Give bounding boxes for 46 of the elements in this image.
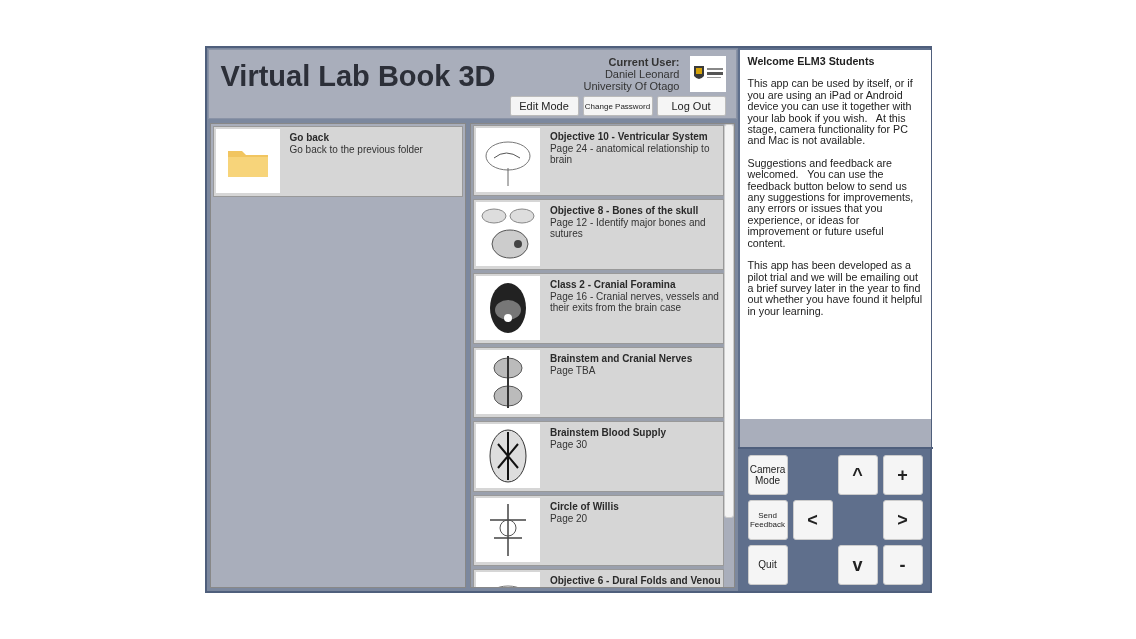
header-button[interactable]: Change Password [582, 96, 653, 116]
info-paragraph: This app can be used by itself, or if you are using an iPad or Android device you can use it together with your lab book if you wish. At this stage, camera functionality for PC and Mac is not available. [747, 78, 914, 147]
header-button[interactable]: Log Out [656, 96, 726, 116]
page-title: Objective 6 - Dural Folds and Venou [549, 575, 721, 586]
page-title: Objective 8 - Bones of the skull [549, 205, 700, 216]
info-paragraph: Suggestions and feedback are welcomed. You can use the feedback button below to send us any suggestions for improvements, any errors or issues that you experience, or ideas for improvement or future useful content. [747, 157, 915, 250]
nav-button[interactable]: > [882, 500, 923, 540]
page-subtitle: Page 24 - anatomical relationship to brain [549, 143, 711, 165]
page-title: Brainstem Blood Supply [549, 427, 667, 438]
folder-title: Go back [289, 132, 330, 143]
crest-logo-icon [689, 56, 726, 92]
page-subtitle: Page 30 [549, 439, 589, 450]
control-button[interactable]: Send Feedback [747, 500, 788, 540]
folder-icon [215, 129, 280, 193]
user-label: Current User: [608, 56, 680, 68]
page-subtitle: Page 16 - Cranial nerves, vessels and their exits from the brain case [549, 291, 720, 313]
control-button[interactable]: Quit [747, 545, 788, 585]
info-paragraph: This app has been developed as a pilot trial and we will be emailing out a brief survey later in the year to find out whether you have found it helpful in your learning. [747, 260, 923, 318]
page-card[interactable]: Circle of Willis Page 20 [472, 495, 724, 566]
page-card[interactable]: Brainstem and Cranial Nerves Page TBA [472, 347, 724, 418]
header-button[interactable]: Edit Mode [509, 96, 579, 116]
page-card[interactable]: Objective 10 - Ventricular System Page 24 - anatomical relationship to brain [472, 125, 724, 196]
page-title: Class 2 - Cranial Foramina [549, 279, 677, 290]
page-card[interactable]: Brainstem Blood Supply Page 30 [472, 421, 724, 492]
page-subtitle: Page TBA [549, 365, 597, 376]
page-title: Circle of Willis [549, 501, 619, 512]
info-heading: Welcome ELM3 Students [747, 56, 876, 68]
user-name: Daniel Leonard [604, 68, 680, 80]
page-title: Objective 10 - Ventricular System [549, 131, 709, 142]
nav-button[interactable]: < [792, 500, 833, 540]
folder-card[interactable]: Go back Go back to the previous folder [212, 126, 463, 197]
page-card[interactable]: Objective 8 - Bones of the skull Page 12 - Identify major bones and sutures [472, 199, 724, 270]
nav-button[interactable]: v [837, 545, 878, 585]
page-subtitle: Page 20 [549, 513, 589, 524]
page-card[interactable]: Class 2 - Cranial Foramina Page 16 - Cranial nerves, vessels and their exits from the brain case [472, 273, 724, 344]
page-subtitle: Page 12 - Identify major bones and sutures [549, 217, 707, 239]
control-button[interactable]: Camera Mode [747, 455, 788, 495]
scrollbar-thumb[interactable] [723, 124, 734, 518]
nav-button[interactable]: - [882, 545, 923, 585]
institution-name: University Of Otago [583, 80, 680, 92]
nav-button[interactable]: + [882, 455, 923, 495]
folder-subtitle: Go back to the previous folder [289, 144, 423, 155]
app-title: Virtual Lab Book 3D [220, 60, 497, 94]
page-card[interactable]: Objective 6 - Dural Folds and Venou [472, 569, 724, 587]
page-title: Brainstem and Cranial Nerves [549, 353, 693, 364]
nav-button[interactable]: ^ [837, 455, 878, 495]
